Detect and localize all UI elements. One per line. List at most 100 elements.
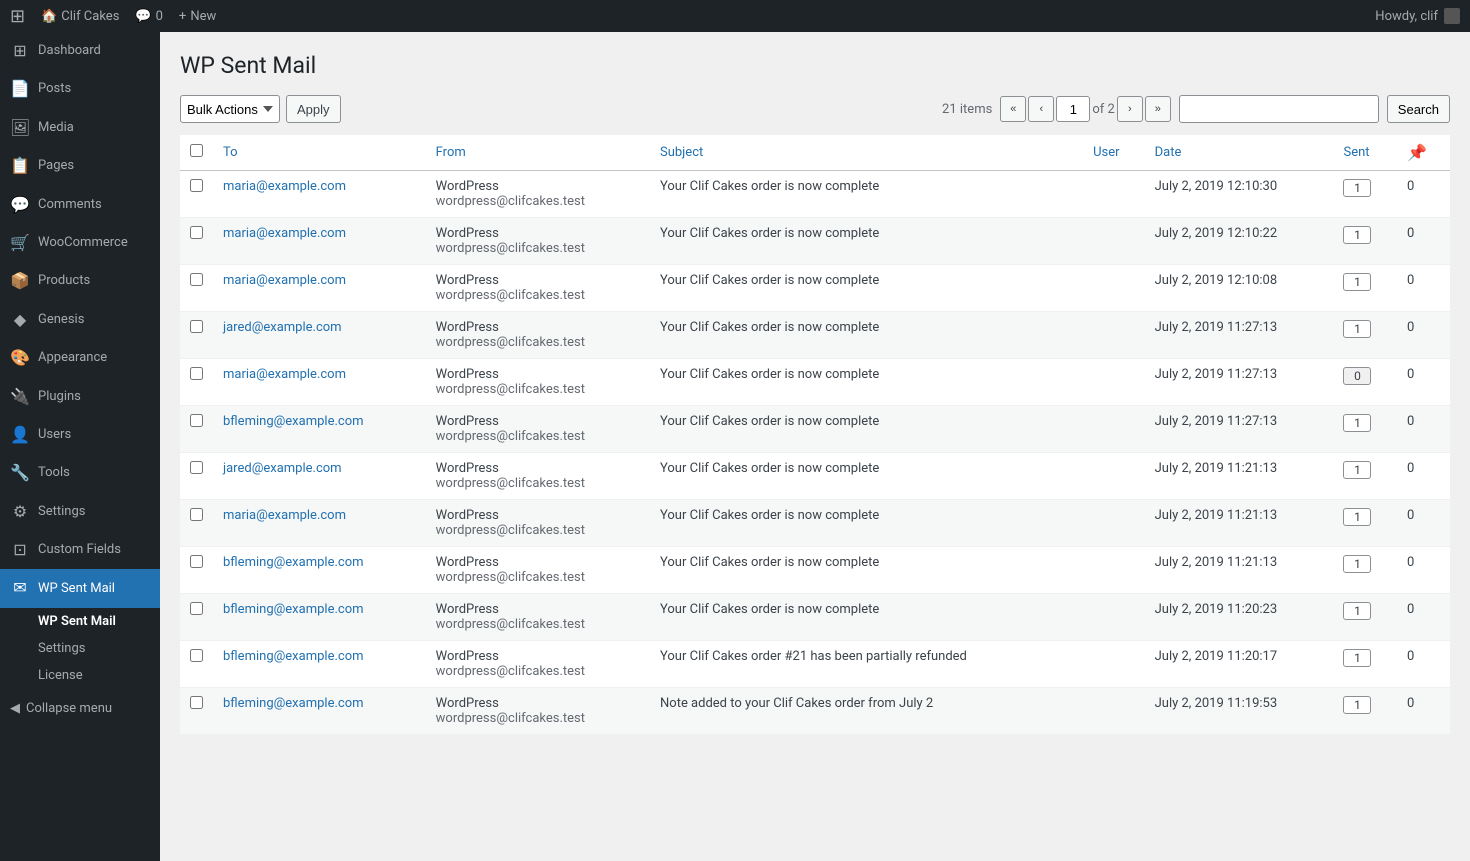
prev-page-button[interactable]: ‹ — [1028, 96, 1054, 122]
next-page-button[interactable]: › — [1117, 96, 1143, 122]
sidebar-item-dashboard[interactable]: ⊞ Dashboard — [0, 32, 160, 70]
row-checkbox-cell — [180, 594, 213, 641]
sidebar-item-products[interactable]: 📦 Products — [0, 262, 160, 300]
sent-badge: 1 — [1343, 508, 1371, 526]
page-number-input[interactable] — [1056, 96, 1090, 122]
sidebar-item-woocommerce[interactable]: 🛒 WooCommerce — [0, 224, 160, 262]
table-row[interactable]: maria@example.comWordPresswordpress@clif… — [180, 359, 1450, 406]
row-checkbox[interactable] — [190, 179, 203, 192]
submenu-item-license[interactable]: License — [0, 662, 160, 689]
site-name[interactable]: 🏠 Clif Cakes — [41, 9, 119, 24]
th-sent[interactable]: Sent — [1333, 135, 1397, 171]
sidebar-item-users[interactable]: 👤 Users — [0, 416, 160, 454]
pin-header-icon: 📌 — [1407, 143, 1427, 162]
row-date: July 2, 2019 11:19:53 — [1145, 688, 1334, 735]
row-checkbox-cell — [180, 265, 213, 312]
row-checkbox[interactable] — [190, 649, 203, 662]
row-checkbox[interactable] — [190, 273, 203, 286]
row-to: bfleming@example.com — [213, 641, 426, 688]
sent-badge: 1 — [1343, 226, 1371, 244]
sent-badge: 0 — [1343, 367, 1371, 385]
row-sent: 1 — [1333, 171, 1397, 218]
first-page-button[interactable]: « — [1000, 96, 1026, 122]
submenu-item-wp-sent-mail[interactable]: WP Sent Mail — [0, 608, 160, 635]
row-checkbox[interactable] — [190, 555, 203, 568]
row-date: July 2, 2019 11:20:17 — [1145, 641, 1334, 688]
sidebar-item-comments[interactable]: 💬 Comments — [0, 186, 160, 224]
row-checkbox[interactable] — [190, 602, 203, 615]
row-sent: 1 — [1333, 265, 1397, 312]
sidebar-item-tools[interactable]: 🔧 Tools — [0, 454, 160, 492]
sidebar-item-media[interactable]: 🖼 Media — [0, 109, 160, 147]
row-checkbox[interactable] — [190, 320, 203, 333]
row-pin: 0 — [1397, 312, 1450, 359]
row-checkbox-cell — [180, 453, 213, 500]
table-row[interactable]: maria@example.comWordPresswordpress@clif… — [180, 171, 1450, 218]
sidebar-item-wp-sent-mail[interactable]: ✉ WP Sent Mail — [0, 569, 160, 607]
page-title: WP Sent Mail — [180, 52, 1450, 79]
row-checkbox-cell — [180, 359, 213, 406]
sidebar-item-plugins[interactable]: 🔌 Plugins — [0, 378, 160, 416]
row-from: WordPresswordpress@clifcakes.test — [426, 359, 650, 406]
table-row[interactable]: bfleming@example.comWordPresswordpress@c… — [180, 594, 1450, 641]
table-row[interactable]: maria@example.comWordPresswordpress@clif… — [180, 218, 1450, 265]
plus-icon: + — [179, 9, 186, 24]
row-checkbox[interactable] — [190, 414, 203, 427]
row-from: WordPresswordpress@clifcakes.test — [426, 171, 650, 218]
row-checkbox[interactable] — [190, 461, 203, 474]
row-checkbox[interactable] — [190, 367, 203, 380]
row-pin: 0 — [1397, 500, 1450, 547]
row-from: WordPresswordpress@clifcakes.test — [426, 594, 650, 641]
search-button[interactable]: Search — [1387, 95, 1450, 123]
table-row[interactable]: maria@example.comWordPresswordpress@clif… — [180, 265, 1450, 312]
row-subject: Your Clif Cakes order is now complete — [650, 547, 1083, 594]
row-checkbox[interactable] — [190, 696, 203, 709]
row-user — [1083, 594, 1145, 641]
settings-icon: ⚙ — [10, 501, 30, 523]
row-user — [1083, 641, 1145, 688]
apply-button[interactable]: Apply — [286, 95, 341, 123]
row-checkbox[interactable] — [190, 508, 203, 521]
avatar — [1444, 8, 1460, 24]
select-all-checkbox[interactable] — [190, 144, 203, 157]
wp-logo[interactable]: ⊞ — [10, 6, 25, 27]
comments-sidebar-icon: 💬 — [10, 194, 30, 216]
sidebar-item-custom-fields[interactable]: ⊡ Custom Fields — [0, 531, 160, 569]
table-row[interactable]: jared@example.comWordPresswordpress@clif… — [180, 312, 1450, 359]
sidebar-item-settings[interactable]: ⚙ Settings — [0, 493, 160, 531]
th-user[interactable]: User — [1083, 135, 1145, 171]
th-subject[interactable]: Subject — [650, 135, 1083, 171]
th-from[interactable]: From — [426, 135, 650, 171]
row-pin: 0 — [1397, 218, 1450, 265]
sidebar: ⊞ Dashboard 📄 Posts 🖼 Media 📋 Pages 💬 Co… — [0, 32, 160, 861]
sidebar-item-pages[interactable]: 📋 Pages — [0, 147, 160, 185]
row-user — [1083, 453, 1145, 500]
new-link[interactable]: + New — [179, 9, 216, 24]
howdy-text[interactable]: Howdy, clif — [1375, 8, 1460, 24]
row-date: July 2, 2019 11:21:13 — [1145, 547, 1334, 594]
sidebar-item-posts[interactable]: 📄 Posts — [0, 70, 160, 108]
submenu-item-settings[interactable]: Settings — [0, 635, 160, 662]
row-to: bfleming@example.com — [213, 688, 426, 735]
row-date: July 2, 2019 11:20:23 — [1145, 594, 1334, 641]
table-row[interactable]: bfleming@example.comWordPresswordpress@c… — [180, 688, 1450, 735]
row-checkbox-cell — [180, 641, 213, 688]
row-from: WordPresswordpress@clifcakes.test — [426, 265, 650, 312]
collapse-menu-button[interactable]: ◀ Collapse menu — [0, 693, 160, 724]
row-checkbox[interactable] — [190, 226, 203, 239]
th-to[interactable]: To — [213, 135, 426, 171]
table-row[interactable]: jared@example.comWordPresswordpress@clif… — [180, 453, 1450, 500]
last-page-button[interactable]: » — [1145, 96, 1171, 122]
table-row[interactable]: bfleming@example.comWordPresswordpress@c… — [180, 641, 1450, 688]
bulk-actions-select[interactable]: Bulk Actions — [180, 95, 280, 123]
th-date[interactable]: Date — [1145, 135, 1334, 171]
sidebar-item-appearance[interactable]: 🎨 Appearance — [0, 339, 160, 377]
search-input[interactable] — [1179, 95, 1379, 123]
comments-link[interactable]: 💬 0 — [135, 9, 163, 24]
sidebar-item-genesis[interactable]: ◆ Genesis — [0, 301, 160, 339]
row-date: July 2, 2019 11:27:13 — [1145, 359, 1334, 406]
th-checkbox[interactable] — [180, 135, 213, 171]
table-row[interactable]: bfleming@example.comWordPresswordpress@c… — [180, 547, 1450, 594]
table-row[interactable]: maria@example.comWordPresswordpress@clif… — [180, 500, 1450, 547]
table-row[interactable]: bfleming@example.comWordPresswordpress@c… — [180, 406, 1450, 453]
